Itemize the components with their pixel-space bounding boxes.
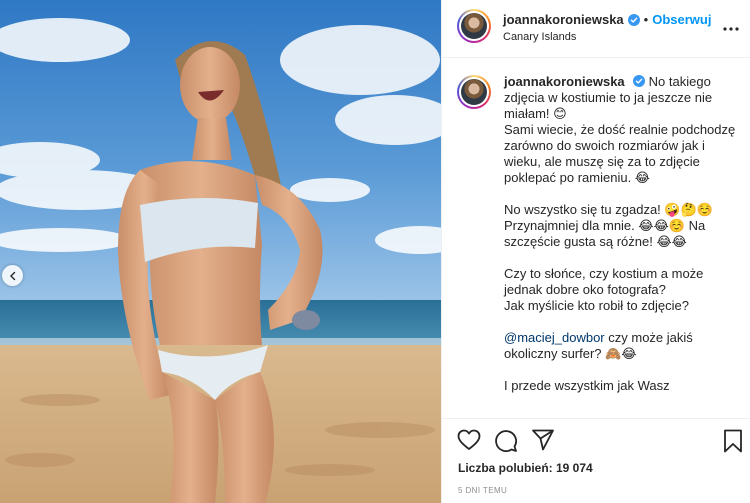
caption-text: joannakoroniewska No takiego zdjęcia w ko… <box>504 74 736 394</box>
more-options-button[interactable] <box>723 18 739 36</box>
heart-icon <box>457 429 481 450</box>
post-photo[interactable] <box>0 0 441 503</box>
comment-icon <box>495 430 517 452</box>
comment-button[interactable] <box>494 429 518 458</box>
separator-dot: • <box>643 12 649 27</box>
more-options-icon <box>723 27 739 31</box>
author-row: joannakoroniewska • Obserwuj <box>503 12 711 27</box>
save-button[interactable] <box>723 429 743 458</box>
post-actions: Liczba polubień: 19 074 5 DNI TEMU <box>442 418 750 503</box>
likes-count[interactable]: Liczba polubień: 19 074 <box>458 461 593 475</box>
mention-link[interactable]: @maciej_dowbor <box>504 330 605 345</box>
post-location[interactable]: Canary Islands <box>503 31 576 43</box>
author-avatar[interactable] <box>457 9 491 43</box>
post-timestamp[interactable]: 5 DNI TEMU <box>458 486 507 495</box>
bookmark-icon <box>724 429 742 453</box>
caption-username[interactable]: joannakoroniewska <box>504 74 625 89</box>
caption-author-avatar[interactable] <box>457 75 491 109</box>
post-header: joannakoroniewska • Obserwuj Canary Isla… <box>442 0 750 58</box>
post-caption: joannakoroniewska No takiego zdjęcia w ko… <box>442 58 750 418</box>
follow-button[interactable]: Obserwuj <box>652 12 711 27</box>
author-username[interactable]: joannakoroniewska <box>503 12 624 27</box>
share-icon <box>532 429 554 451</box>
share-button[interactable] <box>531 429 555 456</box>
verified-badge-icon <box>632 75 645 87</box>
beach-photo-image <box>0 0 441 503</box>
like-button[interactable] <box>457 429 481 456</box>
prev-photo-button[interactable] <box>2 265 23 286</box>
chevron-left-icon <box>9 271 15 280</box>
verified-badge-icon <box>627 13 640 26</box>
caption-body: No takiego zdjęcia w kostiumie to ja jes… <box>504 74 736 313</box>
post-sidebar: joannakoroniewska • Obserwuj Canary Isla… <box>441 0 750 503</box>
